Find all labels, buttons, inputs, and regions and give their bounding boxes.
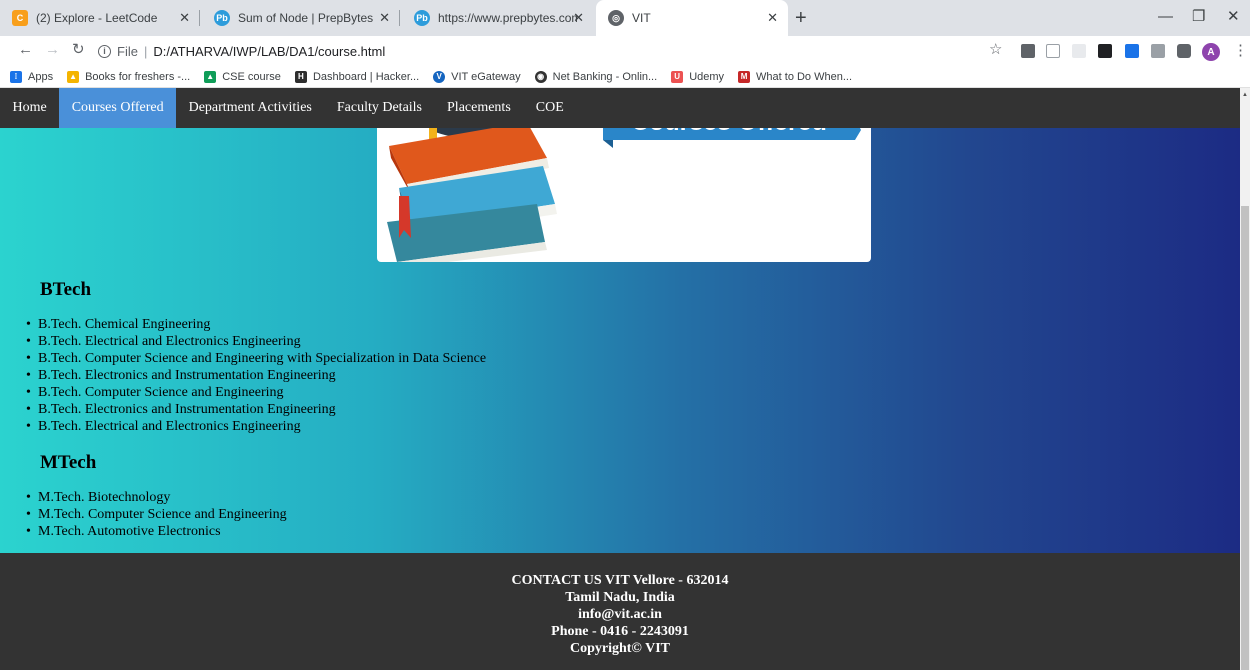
new-tab-icon[interactable]: + xyxy=(795,8,807,28)
prepbytes-icon: Pb xyxy=(214,10,230,26)
reload-icon[interactable]: ↻ xyxy=(72,41,85,59)
site-nav: Home Courses Offered Department Activiti… xyxy=(0,88,1240,128)
bookmarks-bar: ⁞ Apps ▲ Books for freshers -... ▲ CSE c… xyxy=(0,66,1250,88)
scrollbar-thumb[interactable] xyxy=(1241,206,1249,670)
google-drive-icon: ▲ xyxy=(67,70,80,83)
tab-separator xyxy=(399,10,400,26)
restore-icon[interactable]: ❐ xyxy=(1192,8,1205,26)
nav-placements[interactable]: Placements xyxy=(435,88,524,128)
list-item: B.Tech. Computer Science and Engineering… xyxy=(22,350,486,367)
extension-e-icon[interactable] xyxy=(1021,44,1035,58)
close-icon[interactable]: ✕ xyxy=(379,11,390,25)
vit-icon: V xyxy=(433,70,446,83)
courses-banner: Courses Offered xyxy=(377,118,871,262)
browser-toolbar: ← → ↻ i File | D:/ATHARVA/IWP/LAB/DA1/co… xyxy=(0,36,1250,66)
footer-phone: Phone - 0416 - 2243091 xyxy=(551,624,689,639)
mtech-heading: MTech xyxy=(40,452,97,473)
tab-title: VIT xyxy=(632,11,651,25)
leetcode-icon: C xyxy=(12,10,28,26)
google-drive-icon: ▲ xyxy=(204,70,217,83)
nav-faculty-details[interactable]: Faculty Details xyxy=(324,88,434,128)
window-close-icon[interactable]: ✕ xyxy=(1227,8,1240,26)
udemy-icon: U xyxy=(671,70,684,83)
tab-prepbytes-url[interactable]: Pb https://www.prepbytes.com/pane ✕ xyxy=(402,0,594,36)
bookmark-books[interactable]: ▲ Books for freshers -... xyxy=(67,70,190,83)
tab-strip: C (2) Explore - LeetCode ✕ Pb Sum of Nod… xyxy=(0,0,1250,36)
list-item: M.Tech. Automotive Electronics xyxy=(22,523,287,540)
footer-contact: CONTACT US VIT Vellore - 632014 xyxy=(511,573,729,588)
tab-leetcode[interactable]: C (2) Explore - LeetCode ✕ xyxy=(0,0,200,36)
profile-avatar[interactable]: A xyxy=(1202,43,1220,61)
list-item: B.Tech. Computer Science and Engineering xyxy=(22,384,486,401)
tab-separator xyxy=(199,10,200,26)
mt-icon: M xyxy=(738,70,751,83)
tab-vit[interactable]: ◎ VIT ✕ xyxy=(596,0,788,36)
address-scheme: File xyxy=(117,43,138,59)
extension-braces-icon[interactable] xyxy=(1072,44,1086,58)
forward-icon[interactable]: → xyxy=(45,41,60,59)
minimize-icon[interactable]: — xyxy=(1158,8,1173,26)
extension-pen-icon[interactable] xyxy=(1125,44,1139,58)
menu-kebab-icon[interactable]: ⋮ xyxy=(1233,41,1248,59)
scroll-up-icon[interactable]: ▲ xyxy=(1242,92,1248,98)
globe-icon: ◎ xyxy=(608,10,624,26)
list-item: B.Tech. Electronics and Instrumentation … xyxy=(22,367,486,384)
bookmark-hackerearth[interactable]: H Dashboard | Hacker... xyxy=(294,70,419,83)
footer-copyright: Copyright© VIT xyxy=(569,641,671,656)
bookmark-what-to-do[interactable]: M What to Do When... xyxy=(738,70,852,83)
bookmark-apps[interactable]: ⁞ Apps xyxy=(10,70,53,83)
tab-prepbytes-sum[interactable]: Pb Sum of Node | PrepBytes ✕ xyxy=(202,0,400,36)
page-viewport: Courses Offered Home Courses Offered Dep… xyxy=(0,88,1240,670)
bookmark-cse-course[interactable]: ▲ CSE course xyxy=(204,70,281,83)
prepbytes-icon: Pb xyxy=(414,10,430,26)
books-illustration: Courses Offered xyxy=(387,118,861,262)
info-icon[interactable]: i xyxy=(98,44,111,58)
nav-coe[interactable]: COE xyxy=(523,88,576,128)
nav-courses-offered[interactable]: Courses Offered xyxy=(59,88,177,128)
address-divider: | xyxy=(143,43,148,59)
close-icon[interactable]: ✕ xyxy=(179,11,190,25)
list-item: B.Tech. Electrical and Electronics Engin… xyxy=(22,418,486,435)
nav-department-activities[interactable]: Department Activities xyxy=(176,88,324,128)
close-icon[interactable]: ✕ xyxy=(767,11,778,25)
btech-heading: BTech xyxy=(40,279,92,300)
address-path: D:/ATHARVA/IWP/LAB/DA1/course.html xyxy=(153,43,386,59)
bookmark-vit-egateway[interactable]: V VIT eGateway xyxy=(433,70,521,83)
list-item: M.Tech. Computer Science and Engineering xyxy=(22,506,287,523)
mtech-course-list: M.Tech. Biotechnology M.Tech. Computer S… xyxy=(22,489,287,540)
extension-window-icon[interactable] xyxy=(1151,44,1165,58)
list-item: B.Tech. Electronics and Instrumentation … xyxy=(22,401,486,418)
extension-terminal-icon[interactable] xyxy=(1098,44,1112,58)
bookmark-star-icon[interactable]: ☆ xyxy=(989,42,1002,58)
list-item: B.Tech. Electrical and Electronics Engin… xyxy=(22,333,486,350)
close-icon[interactable]: ✕ xyxy=(573,11,584,25)
page-scrollbar[interactable]: ▲ xyxy=(1240,88,1250,670)
address-bar[interactable]: i File | D:/ATHARVA/IWP/LAB/DA1/course.h… xyxy=(98,39,948,63)
list-item: B.Tech. Chemical Engineering xyxy=(22,316,486,333)
nav-home[interactable]: Home xyxy=(0,88,59,128)
tab-title: Sum of Node | PrepBytes xyxy=(238,11,374,25)
hackerearth-icon: H xyxy=(294,70,307,83)
footer-state: Tamil Nadu, India xyxy=(565,590,675,605)
bookmark-udemy[interactable]: U Udemy xyxy=(671,70,724,83)
bookmark-net-banking[interactable]: ◉ Net Banking - Onlin... xyxy=(534,70,657,83)
bank-icon: ◉ xyxy=(534,70,547,83)
extension-box-icon[interactable] xyxy=(1046,44,1060,58)
back-icon[interactable]: ← xyxy=(18,41,33,59)
site-footer: CONTACT US VIT Vellore - 632014 Tamil Na… xyxy=(0,553,1240,670)
list-item: M.Tech. Biotechnology xyxy=(22,489,287,506)
tab-title: (2) Explore - LeetCode xyxy=(36,11,158,25)
btech-course-list: B.Tech. Chemical Engineering B.Tech. Ele… xyxy=(22,316,486,435)
tab-title: https://www.prepbytes.com/pane xyxy=(438,11,578,25)
footer-email: info@vit.ac.in xyxy=(578,607,662,622)
puzzle-icon[interactable] xyxy=(1177,44,1191,58)
apps-grid-icon: ⁞ xyxy=(10,70,22,83)
